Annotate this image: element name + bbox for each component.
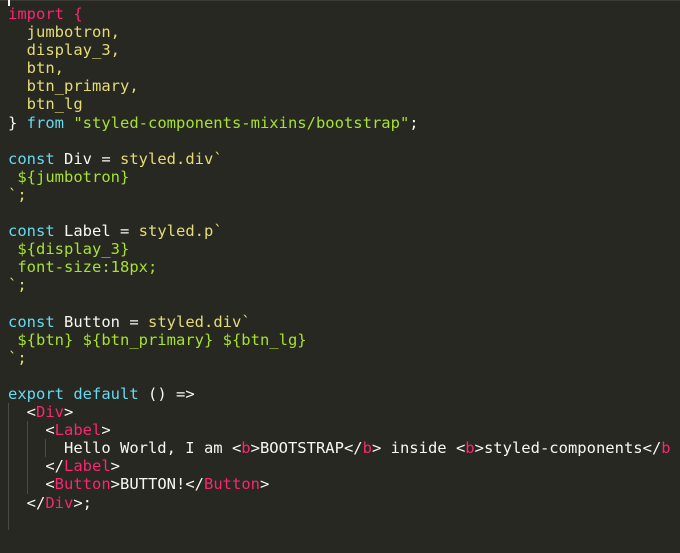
code-line: const Label = styled.p` xyxy=(8,222,680,240)
code-line: const Button = styled.div` xyxy=(8,313,680,331)
editor-top-border xyxy=(0,0,680,1)
code-token: styled.p` xyxy=(138,222,223,241)
code-token: Button = xyxy=(54,312,148,331)
code-line: ${jumbotron} xyxy=(8,168,680,186)
code-line: `; xyxy=(8,349,680,367)
code-token: > xyxy=(260,475,270,494)
code-token: > xyxy=(110,457,121,476)
indent-guide xyxy=(26,457,28,476)
code-token: < xyxy=(8,475,55,494)
indent-guide xyxy=(8,439,9,458)
code-token: < xyxy=(8,403,36,422)
code-line: font-size:18px; xyxy=(8,258,680,276)
code-line: } from "styled-components-mixins/bootstr… xyxy=(8,114,680,132)
code-line: <Button>BUTTON!</Button> xyxy=(8,475,680,494)
code-token: >BOOTSTRAP</ xyxy=(250,439,363,458)
code-token: Label xyxy=(64,457,111,476)
code-token: ${jumbotron} xyxy=(8,167,130,186)
code-token: ; xyxy=(409,113,419,132)
code-line: <Div> xyxy=(8,403,680,422)
code-token: default xyxy=(73,384,139,403)
code-token: Button xyxy=(204,475,260,494)
code-token: from xyxy=(26,113,64,132)
code-token: Hello World, I am < xyxy=(8,439,242,458)
code-token: import { xyxy=(8,5,83,23)
indent-guide xyxy=(26,475,28,494)
code-line: btn_lg xyxy=(8,95,680,113)
indent-guide xyxy=(8,457,9,476)
code-token: Div = xyxy=(54,149,120,168)
code-token: `; xyxy=(8,348,27,367)
code-line: `; xyxy=(8,276,680,294)
code-token: Label = xyxy=(54,222,139,241)
code-token: ${btn} ${btn_primary} ${btn_lg} xyxy=(8,330,307,349)
code-token: btn_lg xyxy=(8,95,83,114)
indent-guide xyxy=(8,403,9,422)
code-line: display_3, xyxy=(8,41,680,59)
code-line: import { xyxy=(8,5,680,23)
code-line: ${btn} ${btn_primary} ${btn_lg} xyxy=(8,331,680,349)
code-line: export default () => xyxy=(8,385,680,403)
code-token: Label xyxy=(54,421,102,440)
code-token: const xyxy=(8,312,55,331)
code-token: Div xyxy=(45,493,74,512)
code-editor[interactable]: import { jumbotron, display_3, btn, btn_… xyxy=(0,0,680,553)
code-token: b xyxy=(362,439,372,458)
code-token: Button xyxy=(54,475,111,494)
code-line xyxy=(8,511,680,530)
code-token: < xyxy=(8,421,55,440)
indent-guide xyxy=(26,439,28,458)
code-line: btn, xyxy=(8,59,680,77)
indent-guide xyxy=(8,511,9,530)
indent-guide xyxy=(8,421,9,440)
code-token: jumbotron, xyxy=(8,23,120,42)
indent-guide xyxy=(26,421,28,440)
code-token: () => xyxy=(138,384,195,403)
code-token: > xyxy=(101,421,111,440)
code-token: const xyxy=(8,149,55,168)
code-token: </ xyxy=(8,457,64,476)
code-token: b xyxy=(465,439,475,458)
code-line: <Label> xyxy=(8,421,680,440)
code-line: Hello World, I am <b>BOOTSTRAP</b> insid… xyxy=(8,439,680,458)
code-token: "styled-components-mixins/bootstrap" xyxy=(64,113,410,132)
code-area[interactable]: import { jumbotron, display_3, btn, btn_… xyxy=(8,5,680,530)
code-token: b xyxy=(661,439,671,458)
code-token: </ xyxy=(8,493,46,512)
indent-guide xyxy=(8,493,9,512)
code-token: styled.div` xyxy=(148,312,251,331)
code-token: `; xyxy=(8,276,27,295)
code-token: export xyxy=(8,384,64,403)
code-token: >; xyxy=(73,493,92,512)
code-line: `; xyxy=(8,186,680,204)
code-token: display_3, xyxy=(8,41,120,60)
code-line: const Div = styled.div` xyxy=(8,150,680,168)
code-line: jumbotron, xyxy=(8,23,680,41)
code-token: ${display_3} xyxy=(8,240,130,259)
code-token: b xyxy=(241,439,251,458)
code-token: styled.div` xyxy=(120,149,223,168)
code-line: ${display_3} xyxy=(8,240,680,258)
indent-guide xyxy=(45,439,47,458)
code-line: btn_primary, xyxy=(8,77,680,95)
code-token: btn, xyxy=(8,59,64,78)
code-token: const xyxy=(8,222,55,241)
code-token: } xyxy=(8,113,27,132)
code-token: Div xyxy=(36,403,64,422)
code-token: > xyxy=(64,403,74,422)
code-token: btn_primary, xyxy=(8,77,139,96)
code-token: >styled-components</ xyxy=(474,439,662,458)
code-token: >BUTTON!</ xyxy=(110,475,204,494)
code-token: font-size:18px; xyxy=(8,258,158,277)
code-token: `; xyxy=(8,185,27,204)
indent-guide xyxy=(8,475,9,494)
code-line: </Label> xyxy=(8,457,680,476)
code-token: > inside < xyxy=(371,439,466,458)
code-line: </Div>; xyxy=(8,493,680,512)
